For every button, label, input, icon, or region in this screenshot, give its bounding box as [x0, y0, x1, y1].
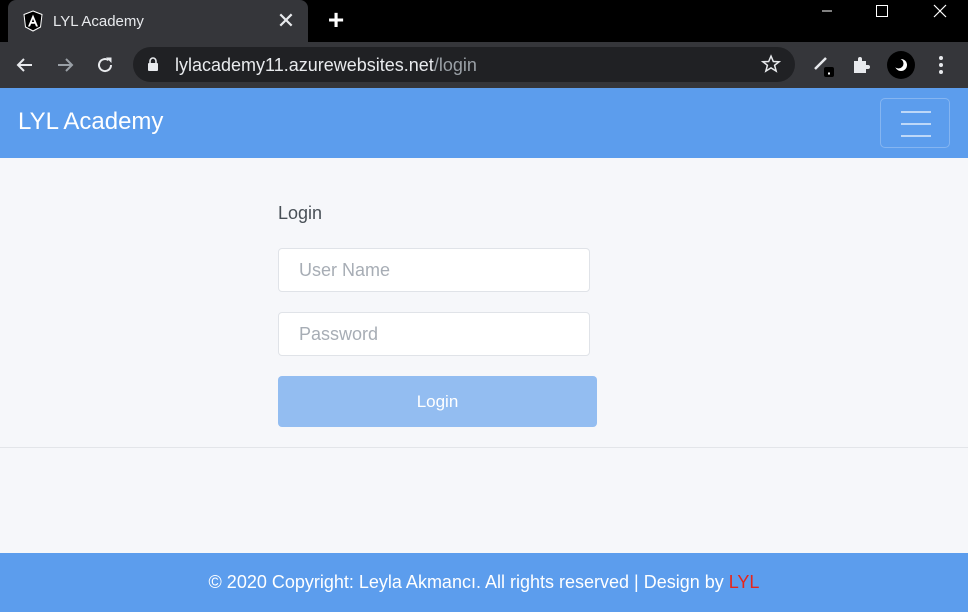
footer-designer-link[interactable]: LYL [729, 572, 760, 592]
navbar-brand[interactable]: LYL Academy [18, 108, 163, 136]
url-host: lylacademy11.azurewebsites.net [175, 55, 434, 75]
content-divider [0, 447, 968, 448]
reload-icon[interactable] [90, 50, 120, 80]
maximize-icon[interactable] [859, 0, 905, 22]
footer-copyright: © 2020 Copyright: Leyla Akmancı. All rig… [209, 572, 760, 593]
close-tab-icon[interactable]: ✕ [276, 10, 296, 32]
forward-arrow-icon[interactable] [50, 50, 80, 80]
login-button[interactable]: Login [278, 376, 597, 427]
new-tab-button[interactable]: + [322, 6, 350, 35]
site-footer: © 2020 Copyright: Leyla Akmancı. All rig… [0, 553, 968, 612]
tab-title: LYL Academy [53, 12, 144, 30]
password-input[interactable] [278, 312, 590, 356]
profile-avatar-icon[interactable] [886, 50, 916, 80]
login-heading: Login [278, 203, 323, 223]
minimize-icon[interactable] [804, 0, 850, 22]
pen-extension-icon[interactable] [808, 50, 838, 80]
close-window-icon[interactable] [917, 0, 963, 22]
url-text: lylacademy11.azurewebsites.net/login [175, 55, 477, 76]
bookmark-star-icon[interactable] [760, 54, 782, 79]
browser-toolbar: lylacademy11.azurewebsites.net/login [0, 42, 968, 88]
username-input[interactable] [278, 248, 590, 292]
footer-text: © 2020 Copyright: Leyla Akmancı. All rig… [208, 572, 729, 592]
hamburger-line [901, 123, 931, 125]
hamburger-line [901, 135, 931, 137]
back-arrow-icon[interactable] [10, 50, 40, 80]
browser-tab[interactable]: LYL Academy ✕ [8, 0, 308, 42]
site-navbar: LYL Academy [0, 88, 968, 158]
angular-icon [22, 10, 44, 32]
more-menu-icon[interactable] [926, 50, 956, 80]
extensions-puzzle-icon[interactable] [846, 50, 876, 80]
browser-titlebar: LYL Academy ✕ + [0, 0, 968, 42]
hamburger-line [901, 111, 931, 113]
lock-icon [147, 57, 159, 76]
url-path: /login [433, 55, 477, 75]
hamburger-menu-button[interactable] [880, 98, 950, 148]
address-bar[interactable]: lylacademy11.azurewebsites.net/login [133, 47, 795, 82]
